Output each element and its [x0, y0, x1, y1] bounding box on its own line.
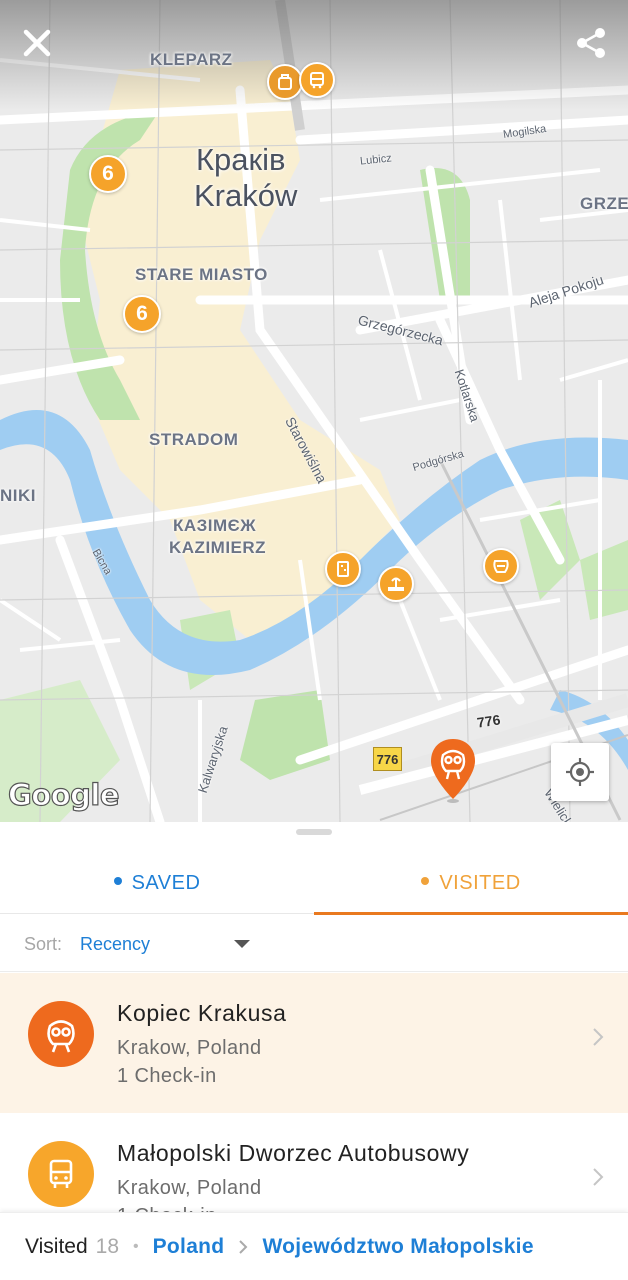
breadcrumb: Visited 18 • Poland Województwo Małopols… [0, 1212, 628, 1280]
google-attribution-logo: Google [7, 777, 120, 812]
vase-icon [493, 560, 509, 573]
breadcrumb-visited: Visited [25, 1234, 88, 1258]
chevron-right-icon [239, 1239, 248, 1254]
list-item[interactable]: Kopiec Krakusa Krakow, Poland 1 Check-in [0, 973, 628, 1113]
dropdown-caret-icon[interactable] [234, 940, 250, 948]
building-icon [337, 561, 349, 577]
tab-visited-label: VISITED [439, 871, 521, 894]
close-button[interactable] [20, 26, 54, 60]
bus-station-pin[interactable] [299, 62, 335, 98]
place-location: Krakow, Poland [117, 1037, 262, 1059]
selected-place-pin[interactable] [429, 737, 477, 803]
place-checkins: 1 Check-in [117, 1065, 217, 1087]
museum-pin[interactable] [483, 548, 519, 584]
sort-value[interactable]: Recency [80, 934, 150, 955]
bus-icon [310, 72, 324, 89]
place-avatar [28, 1141, 94, 1207]
crosshair-icon [566, 758, 594, 786]
sort-selector[interactable]: Sort: Recency [0, 915, 628, 972]
binoculars-icon [47, 1020, 75, 1053]
place-title: Małopolski Dworzec Autobusowy [117, 1140, 470, 1166]
district-label-grzeg: GRZEG [580, 194, 628, 213]
separator-dot-icon: • [133, 1237, 139, 1255]
breadcrumb-count: 18 [95, 1234, 120, 1258]
chevron-right-icon [593, 1028, 604, 1046]
sheet-drag-handle[interactable] [296, 829, 332, 835]
tab-visited-dot [421, 877, 430, 885]
district-label-stare-miasto: STARE MIASTO [135, 265, 268, 284]
breadcrumb-region-link[interactable]: Województwo Małopolskie [262, 1235, 533, 1259]
place-avatar [28, 1001, 94, 1067]
district-label-kleparz: KLEPARZ [150, 50, 233, 69]
luggage-pin[interactable] [267, 64, 303, 100]
tab-bar: SAVED VISITED [0, 852, 628, 915]
sort-label: Sort: [24, 934, 63, 954]
district-label-kazimierz: KAZIMIERZ [169, 538, 267, 557]
chevron-right-icon [593, 1168, 604, 1186]
tab-saved[interactable]: SAVED [0, 852, 314, 914]
district-label-stradom: STRADOM [149, 430, 239, 449]
map-canvas [0, 0, 628, 822]
cluster-pin[interactable]: 6 [123, 295, 161, 333]
city-label: Kraków [194, 178, 298, 213]
road-badge: 776 [373, 747, 402, 771]
close-icon [23, 29, 51, 57]
city-label-cyrillic: Краків [196, 142, 286, 177]
cluster-pin[interactable]: 6 [89, 155, 127, 193]
tab-saved-label: SAVED [131, 871, 201, 894]
luggage-icon [278, 74, 292, 90]
place-title: Kopiec Krakusa [117, 1000, 287, 1026]
share-button[interactable] [572, 24, 610, 62]
share-icon [577, 28, 605, 58]
fountain-pin[interactable] [378, 566, 414, 602]
breadcrumb-country-link[interactable]: Poland [153, 1235, 225, 1259]
tab-visited[interactable]: VISITED [314, 852, 628, 915]
landmark-pin[interactable] [325, 551, 361, 587]
my-location-button[interactable] [551, 743, 609, 801]
fountain-icon [388, 577, 404, 591]
road-number-label: 776 [476, 711, 502, 731]
district-label-niki: NIKI [0, 486, 36, 505]
place-location: Krakow, Poland [117, 1177, 262, 1199]
district-label-kazimierz-cyrillic: КАЗІМЄЖ [173, 516, 257, 535]
tab-saved-dot [113, 877, 122, 885]
bus-icon [49, 1159, 73, 1188]
map-view[interactable]: KLEPARZ STARE MIASTO STRADOM КАЗІМЄЖ KAZ… [0, 0, 628, 822]
